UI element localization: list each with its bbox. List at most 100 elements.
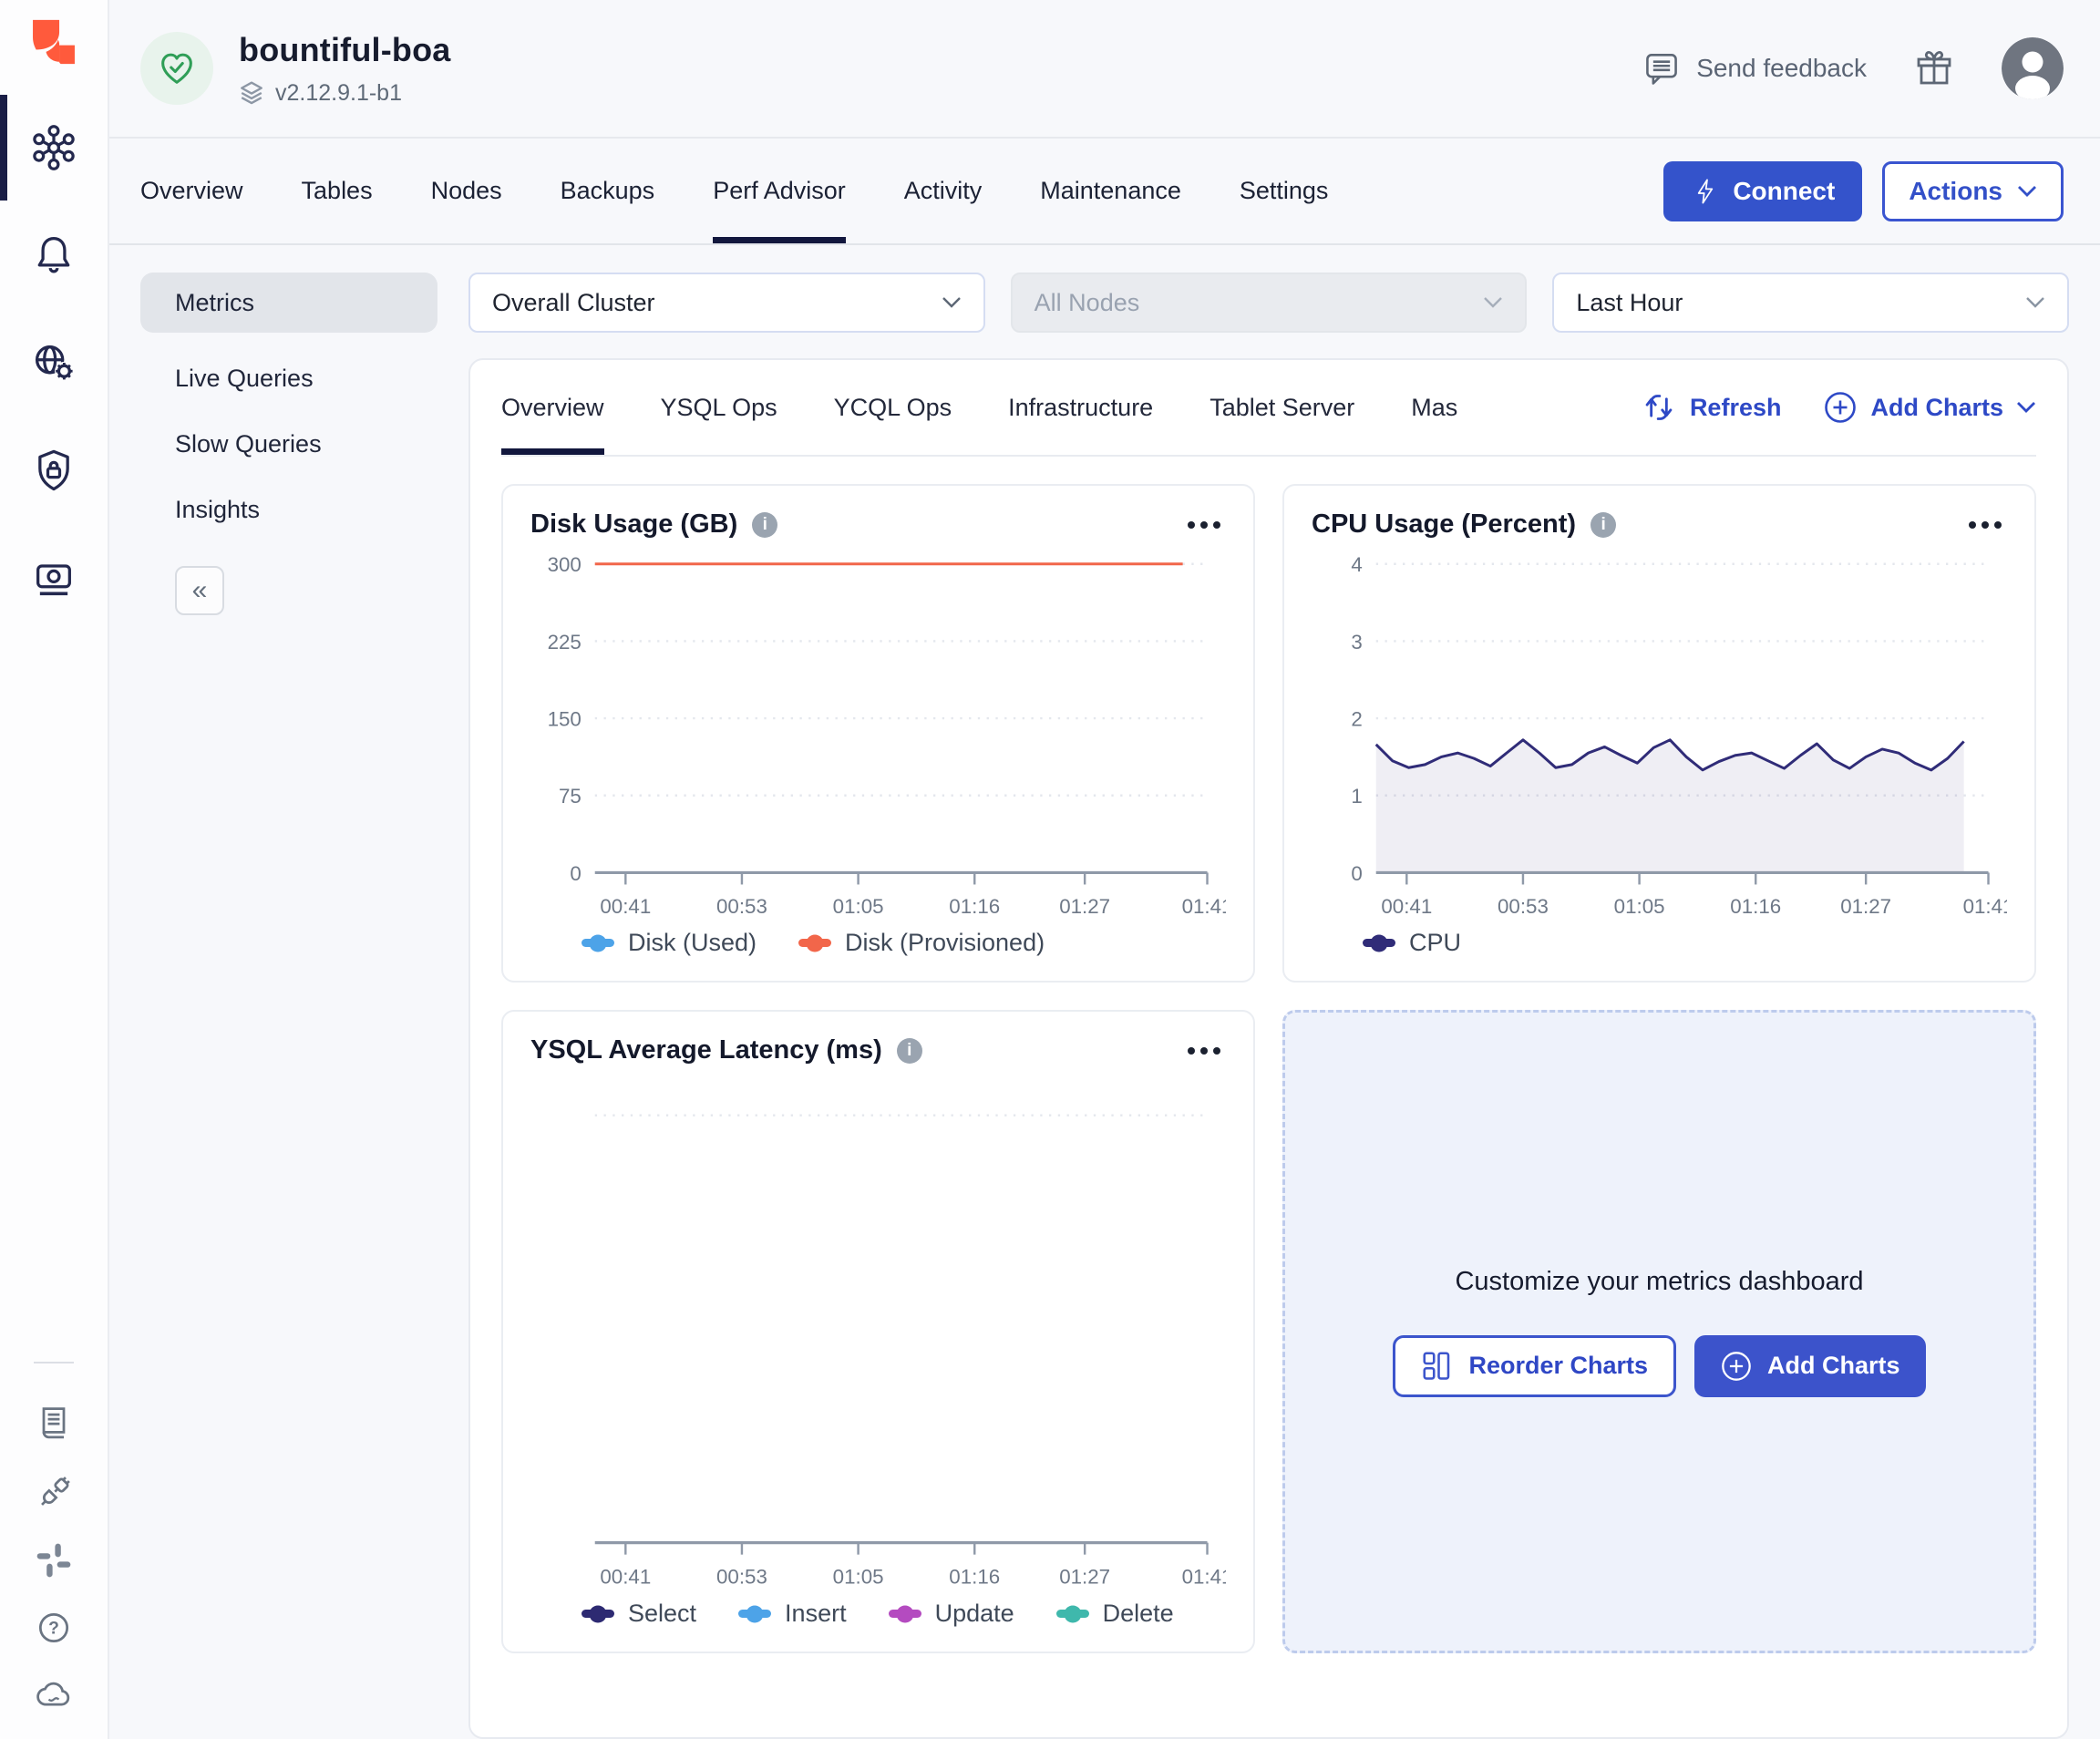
chevron-down-icon bbox=[2016, 401, 2036, 414]
plus-circle-icon bbox=[1823, 390, 1858, 425]
tab-tables[interactable]: Tables bbox=[302, 139, 373, 243]
version-row: v2.12.9.1-b1 bbox=[239, 80, 451, 107]
header-right: Send feedback bbox=[1642, 37, 2064, 99]
perf-subnav: Metrics Live Queries Slow Queries Insigh… bbox=[140, 273, 438, 1739]
reorder-charts-button[interactable]: Reorder Charts bbox=[1393, 1335, 1676, 1397]
docs-book-icon[interactable] bbox=[34, 1405, 74, 1446]
sidebar-collapse-button[interactable]: « bbox=[175, 566, 224, 615]
legend-marker-icon bbox=[582, 939, 614, 947]
cloud-status-icon[interactable] bbox=[34, 1675, 74, 1715]
tab-maintenance[interactable]: Maintenance bbox=[1040, 139, 1181, 243]
metrics-panel-column: Overall Cluster All Nodes Last Hour bbox=[468, 273, 2069, 1739]
version-label: v2.12.9.1-b1 bbox=[275, 80, 402, 107]
metrics-tab-ysql-ops[interactable]: YSQL Ops bbox=[661, 360, 777, 455]
svg-text:150: 150 bbox=[548, 707, 582, 730]
legend-marker-icon bbox=[582, 1610, 614, 1618]
metrics-tab-ycql-ops[interactable]: YCQL Ops bbox=[834, 360, 952, 455]
network-globe-gear-icon bbox=[30, 339, 77, 386]
info-icon bbox=[752, 512, 777, 538]
svg-text:00:53: 00:53 bbox=[716, 1566, 767, 1589]
add-charts-button[interactable]: Add Charts bbox=[1694, 1335, 1926, 1397]
metrics-tab-tablet-server[interactable]: Tablet Server bbox=[1210, 360, 1354, 455]
cluster-scope-select[interactable]: Overall Cluster bbox=[468, 273, 985, 333]
tab-backups[interactable]: Backups bbox=[561, 139, 655, 243]
rail-nav bbox=[0, 120, 108, 605]
svg-text:1: 1 bbox=[1351, 785, 1362, 808]
legend-item: Insert bbox=[738, 1600, 847, 1628]
avatar[interactable] bbox=[2002, 37, 2064, 99]
rail-item-alerts[interactable] bbox=[0, 228, 108, 283]
integrations-plug-icon[interactable] bbox=[34, 1473, 74, 1513]
title-block: bountiful-boa v2.12.9.1-b1 bbox=[239, 31, 451, 107]
health-status-badge bbox=[140, 32, 213, 105]
metrics-tab-overview[interactable]: Overview bbox=[501, 360, 604, 455]
help-question-icon[interactable]: ? bbox=[34, 1608, 74, 1648]
chart-title: CPU Usage (Percent) bbox=[1312, 509, 1576, 540]
tab-nodes[interactable]: Nodes bbox=[431, 139, 502, 243]
sidebar-item-insights[interactable]: Insights bbox=[140, 477, 438, 542]
alerts-bell-icon bbox=[30, 232, 77, 279]
svg-text:01:27: 01:27 bbox=[1059, 1566, 1110, 1589]
legend-item: Update bbox=[889, 1600, 1014, 1628]
svg-text:01:05: 01:05 bbox=[833, 1566, 884, 1589]
send-feedback-button[interactable]: Send feedback bbox=[1642, 48, 1867, 88]
refresh-button[interactable]: Refresh bbox=[1641, 389, 1782, 426]
tab-perf-advisor[interactable]: Perf Advisor bbox=[713, 139, 846, 243]
legend-item: Disk (Used) bbox=[582, 929, 757, 957]
billing-money-icon bbox=[30, 554, 77, 602]
app-root: ? bountif bbox=[0, 0, 2100, 1739]
svg-text:01:05: 01:05 bbox=[1614, 895, 1665, 918]
time-range-select[interactable]: Last Hour bbox=[1552, 273, 2069, 333]
chart-menu-button[interactable] bbox=[1182, 1042, 1226, 1060]
rail-item-billing[interactable] bbox=[0, 551, 108, 605]
svg-text:00:41: 00:41 bbox=[600, 1566, 651, 1589]
content: Metrics Live Queries Slow Queries Insigh… bbox=[109, 245, 2100, 1739]
chat-bubble-icon bbox=[1642, 48, 1682, 88]
cluster-tabbar: Overview Tables Nodes Backups Perf Advis… bbox=[109, 137, 2100, 245]
chart-card-ysql-latency: YSQL Average Latency (ms) 00:4100:5301:0… bbox=[501, 1010, 1255, 1653]
add-charts-dropdown-button[interactable]: Add Charts bbox=[1823, 390, 2036, 425]
page-title: bountiful-boa bbox=[239, 31, 451, 69]
svg-text:01:27: 01:27 bbox=[1059, 895, 1110, 918]
collapse-chevrons-icon: « bbox=[192, 575, 208, 606]
svg-text:01:41: 01:41 bbox=[1963, 895, 2007, 918]
svg-text:00:53: 00:53 bbox=[1498, 895, 1549, 918]
filters-row: Overall Cluster All Nodes Last Hour bbox=[468, 273, 2069, 333]
chart-menu-button[interactable] bbox=[1963, 516, 2007, 534]
chart-card-disk-usage: Disk Usage (GB) 07515022530000:4100:5301… bbox=[501, 484, 1255, 983]
svg-text:0: 0 bbox=[1351, 862, 1362, 885]
legend-marker-icon bbox=[889, 1610, 921, 1618]
svg-text:01:41: 01:41 bbox=[1182, 895, 1226, 918]
svg-text:00:41: 00:41 bbox=[1381, 895, 1432, 918]
gift-icon[interactable] bbox=[1912, 46, 1956, 90]
sidebar-item-slow-queries[interactable]: Slow Queries bbox=[140, 411, 438, 477]
legend-item: Delete bbox=[1056, 1600, 1174, 1628]
sidebar-item-metrics[interactable]: Metrics bbox=[140, 273, 438, 333]
sidebar-item-live-queries[interactable]: Live Queries bbox=[140, 345, 438, 411]
nodes-select: All Nodes bbox=[1011, 273, 1528, 333]
customize-dashboard-panel: Customize your metrics dashboard bbox=[1282, 1010, 2036, 1653]
slack-icon[interactable] bbox=[34, 1540, 74, 1580]
chart-legend: Disk (Used)Disk (Provisioned) bbox=[582, 929, 1226, 957]
legend-marker-icon bbox=[738, 1610, 771, 1618]
metrics-tab-infrastructure[interactable]: Infrastructure bbox=[1008, 360, 1153, 455]
yugabyte-logo[interactable] bbox=[25, 13, 83, 71]
chart-menu-button[interactable] bbox=[1182, 516, 1226, 534]
chevron-down-icon bbox=[1483, 296, 1503, 309]
rail-item-network[interactable] bbox=[0, 335, 108, 390]
chevron-down-icon bbox=[942, 296, 962, 309]
rail-item-clusters[interactable] bbox=[0, 120, 108, 175]
metrics-tab-master-truncated[interactable]: Mas bbox=[1411, 360, 1457, 455]
chart-card-cpu-usage: CPU Usage (Percent) 0123400:4100:5301:05… bbox=[1282, 484, 2036, 983]
tab-settings[interactable]: Settings bbox=[1240, 139, 1329, 243]
main-area: bountiful-boa v2.12.9.1-b1 bbox=[109, 0, 2100, 1739]
svg-text:01:16: 01:16 bbox=[949, 1566, 1000, 1589]
tab-overview[interactable]: Overview bbox=[140, 139, 243, 243]
rail-item-security[interactable] bbox=[0, 443, 108, 498]
tab-activity[interactable]: Activity bbox=[904, 139, 983, 243]
cluster-header: bountiful-boa v2.12.9.1-b1 bbox=[109, 0, 2100, 137]
connect-button[interactable]: Connect bbox=[1663, 161, 1862, 221]
actions-button[interactable]: Actions bbox=[1882, 161, 2064, 221]
svg-text:01:16: 01:16 bbox=[949, 895, 1000, 918]
svg-text:01:27: 01:27 bbox=[1840, 895, 1891, 918]
